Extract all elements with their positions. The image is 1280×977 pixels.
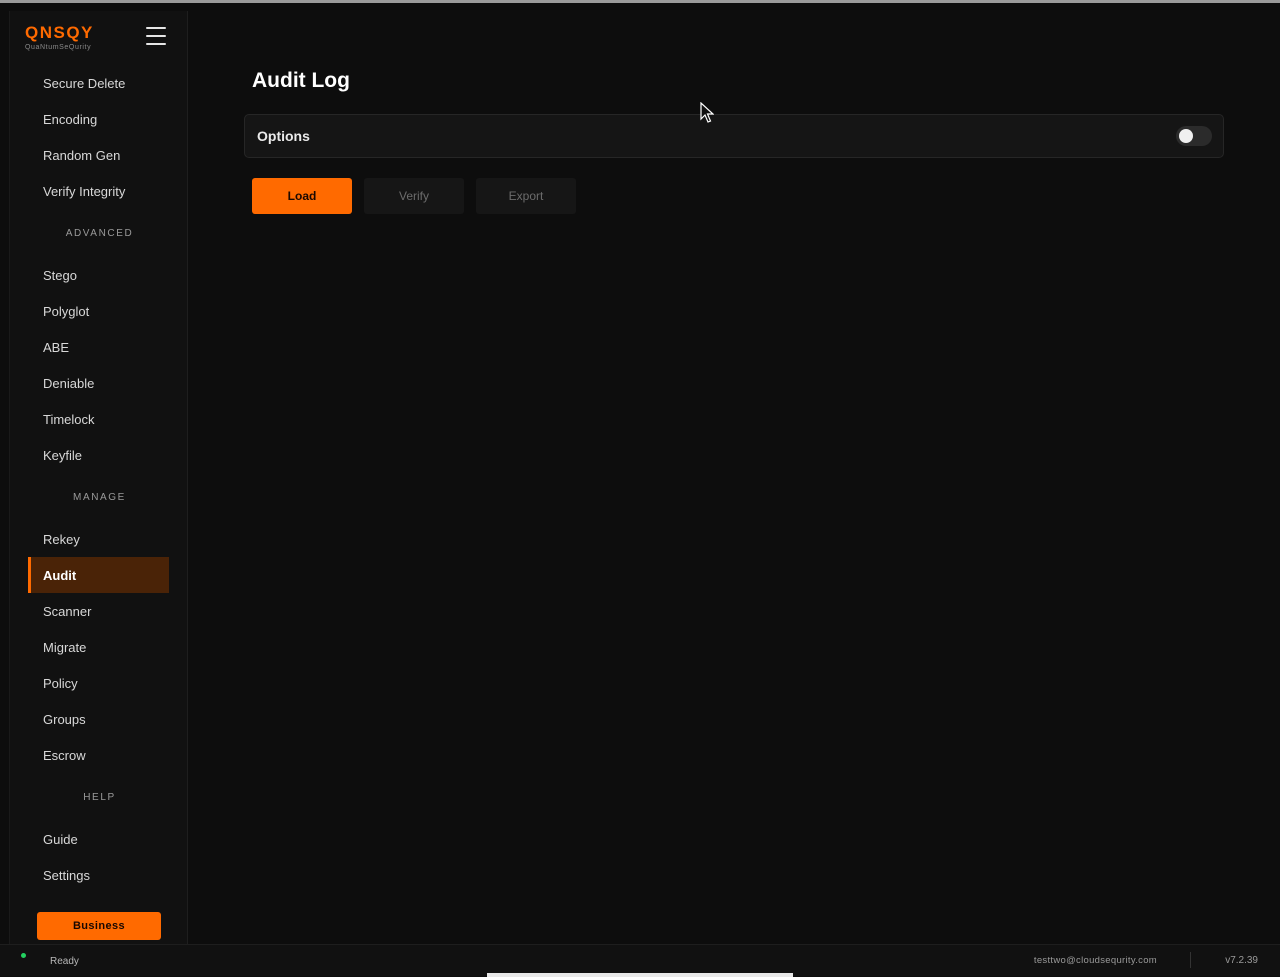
- options-label: Options: [257, 128, 310, 144]
- sidebar-item-secure-delete[interactable]: Secure Delete: [28, 65, 169, 101]
- logo-mark: QNSQY: [25, 23, 94, 42]
- sidebar-item-policy[interactable]: Policy: [28, 665, 169, 701]
- sidebar: QNSQY QuaNtumSeQurity Secure Delete Encod…: [9, 11, 188, 944]
- sidebar-item-settings[interactable]: Settings: [28, 857, 169, 893]
- sidebar-item-random-gen[interactable]: Random Gen: [28, 137, 169, 173]
- logo-subtitle: QuaNtumSeQurity: [25, 44, 92, 51]
- business-plan-button[interactable]: Business: [37, 912, 161, 940]
- sidebar-section-help: HELP: [83, 791, 116, 803]
- sidebar-item-verify-integrity[interactable]: Verify Integrity: [28, 173, 169, 209]
- sidebar-item-timelock[interactable]: Timelock: [28, 401, 169, 437]
- sidebar-item-migrate[interactable]: Migrate: [28, 629, 169, 665]
- sidebar-item-scanner[interactable]: Scanner: [28, 593, 169, 629]
- mouse-cursor-icon: [700, 102, 714, 123]
- page-title: Audit Log: [252, 69, 350, 92]
- horizontal-scrollbar[interactable]: [487, 973, 793, 977]
- sidebar-item-stego[interactable]: Stego: [28, 257, 169, 293]
- verify-button[interactable]: Verify: [364, 178, 464, 214]
- sidebar-item-encoding[interactable]: Encoding: [28, 101, 169, 137]
- status-bar: Ready testtwo@cloudsequrity.com v7.2.39: [0, 944, 1280, 977]
- sidebar-item-polyglot[interactable]: Polyglot: [28, 293, 169, 329]
- status-text: Ready: [50, 956, 79, 967]
- sidebar-section-advanced: ADVANCED: [65, 227, 134, 239]
- sidebar-item-deniable[interactable]: Deniable: [28, 365, 169, 401]
- sidebar-item-escrow[interactable]: Escrow: [28, 737, 169, 773]
- export-button[interactable]: Export: [476, 178, 576, 214]
- sidebar-item-rekey[interactable]: Rekey: [28, 521, 169, 557]
- sidebar-item-guide[interactable]: Guide: [28, 821, 169, 857]
- main-content: Audit Log Options Load Verify Export: [188, 3, 1280, 944]
- load-button[interactable]: Load: [252, 178, 352, 214]
- app-logo: QNSQY QuaNtumSeQurity: [25, 23, 125, 63]
- options-toggle[interactable]: [1176, 126, 1212, 146]
- sidebar-item-audit[interactable]: Audit: [28, 557, 169, 593]
- toggle-knob: [1179, 129, 1193, 143]
- hamburger-menu-icon[interactable]: [146, 27, 166, 45]
- app-version: v7.2.39: [1225, 955, 1258, 966]
- sidebar-nav: Secure Delete Encoding Random Gen Verify In…: [10, 65, 189, 893]
- status-dot-icon: [21, 953, 26, 958]
- user-email: testtwo@cloudsequrity.com: [1033, 955, 1157, 966]
- sidebar-section-manage: MANAGE: [73, 491, 126, 503]
- sidebar-item-abe[interactable]: ABE: [28, 329, 169, 365]
- sidebar-item-keyfile[interactable]: Keyfile: [28, 437, 169, 473]
- options-panel[interactable]: Options: [244, 114, 1224, 158]
- sidebar-item-groups[interactable]: Groups: [28, 701, 169, 737]
- status-divider: [1190, 952, 1191, 968]
